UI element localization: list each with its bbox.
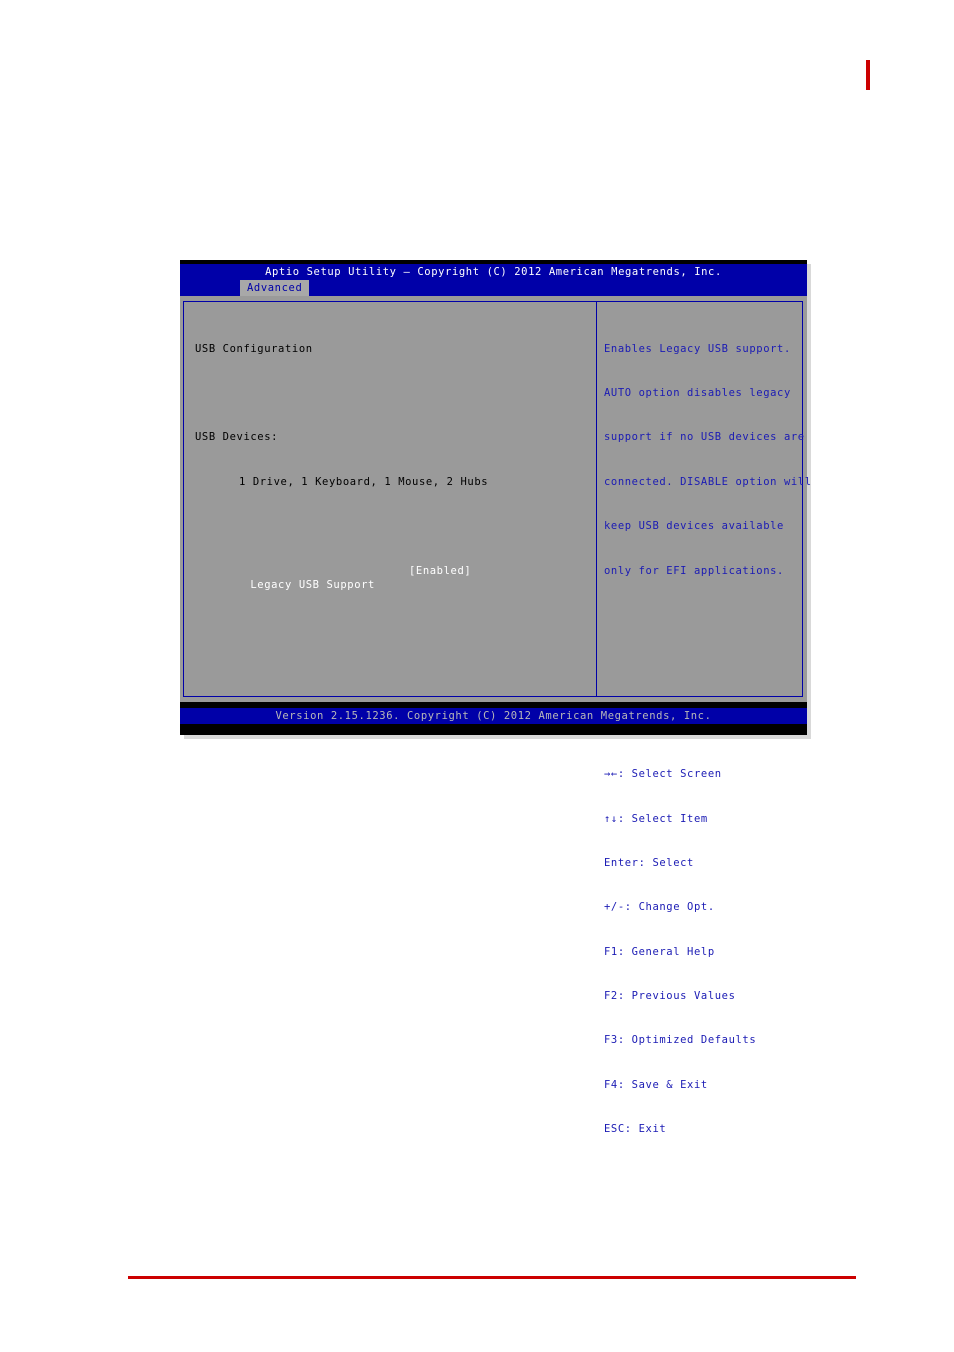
key-hint-save-exit: F4: Save & Exit <box>604 1078 708 1091</box>
key-hint-previous-values: F2: Previous Values <box>604 990 736 1003</box>
help-line: support if no USB devices are <box>604 431 805 444</box>
bios-tab-bar: Advanced <box>180 280 807 296</box>
help-line: keep USB devices available <box>604 520 784 533</box>
help-pane: Enables Legacy USB support. AUTO option … <box>604 312 812 1167</box>
usb-devices-value: 1 Drive, 1 Keyboard, 1 Mouse, 2 Hubs <box>239 475 489 488</box>
setting-label: Legacy USB Support <box>250 579 375 592</box>
setting-legacy-usb-support[interactable]: Legacy USB Support [Enabled] <box>195 564 587 592</box>
section-title: USB Configuration <box>195 342 313 355</box>
setting-value[interactable]: [Enabled] <box>409 564 471 579</box>
bios-footer-version: Version 2.15.1236. Copyright (C) 2012 Am… <box>180 708 807 724</box>
help-line: only for EFI applications. <box>604 564 784 577</box>
key-hint-select-item: ↑↓: Select Item <box>604 812 708 825</box>
help-line: Enables Legacy USB support. <box>604 342 791 355</box>
page-corner-marker <box>866 60 870 90</box>
page-bottom-rule <box>128 1276 856 1279</box>
help-line: connected. DISABLE option will <box>604 475 812 488</box>
key-hint-optimized-defaults: F3: Optimized Defaults <box>604 1034 757 1047</box>
help-line: AUTO option disables legacy <box>604 386 791 399</box>
usb-devices-label: USB Devices: <box>195 431 279 444</box>
bios-body: USB Configuration USB Devices: 1 Drive, … <box>180 296 811 1135</box>
bios-panel-divider <box>596 301 597 697</box>
key-hint-general-help: F1: General Help <box>604 945 715 958</box>
bios-setup-window: Aptio Setup Utility – Copyright (C) 2012… <box>180 260 811 1135</box>
key-hint-enter-select: Enter: Select <box>604 856 694 869</box>
key-hint-exit: ESC: Exit <box>604 1123 667 1136</box>
tab-advanced[interactable]: Advanced <box>240 280 310 296</box>
key-hint-change-opt: +/-: Change Opt. <box>604 901 715 914</box>
bios-title: Aptio Setup Utility – Copyright (C) 2012… <box>180 264 807 280</box>
key-hint-select-screen: →←: Select Screen <box>604 768 722 781</box>
settings-pane: USB Configuration USB Devices: 1 Drive, … <box>195 312 587 608</box>
